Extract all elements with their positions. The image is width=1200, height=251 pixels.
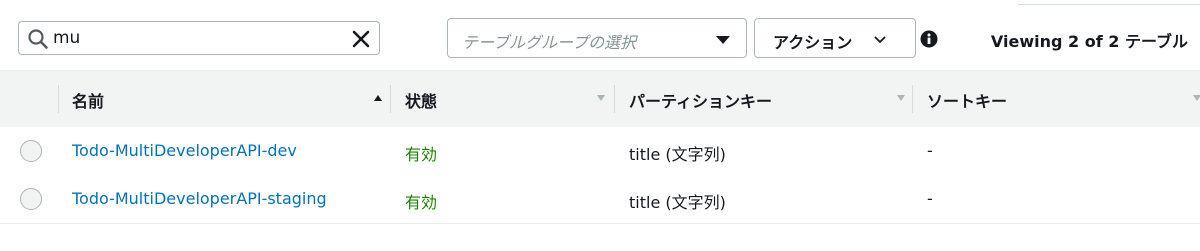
sort-down-icon	[1193, 95, 1200, 101]
table-group-placeholder: テーブルグループの選択	[462, 33, 637, 52]
table-group-select[interactable]: テーブルグループの選択	[447, 18, 747, 58]
row-select-radio[interactable]	[20, 140, 42, 162]
table-name-link[interactable]: Todo-MultiDeveloperAPI-dev	[72, 141, 297, 160]
column-header-partition-key[interactable]: パーティションキー	[615, 71, 911, 127]
table-header: 名前 状態 パーティションキー ソートキー	[0, 70, 1200, 128]
column-header-status[interactable]: 状態	[391, 71, 613, 127]
table-name-link[interactable]: Todo-MultiDeveloperAPI-staging	[72, 189, 327, 208]
clear-icon[interactable]	[351, 29, 371, 49]
actions-button[interactable]: アクション	[754, 18, 916, 58]
partition-key-cell: title (文字列)	[629, 145, 726, 164]
status-cell: 有効	[405, 145, 438, 164]
column-header-label: パーティションキー	[629, 92, 773, 111]
chevron-down-icon	[874, 36, 886, 44]
column-header-label: ソートキー	[927, 92, 1008, 111]
dropdown-caret-icon	[716, 36, 730, 44]
partition-key-cell: title (文字列)	[629, 193, 726, 212]
selection-column-header	[0, 71, 58, 127]
column-header-label: 状態	[405, 92, 438, 111]
sort-down-icon	[897, 95, 905, 101]
top-divider	[1018, 0, 1200, 5]
search-input[interactable]: mu	[18, 21, 380, 55]
table-row[interactable]: Todo-MultiDeveloperAPI-staging 有効 title …	[0, 175, 1200, 224]
search-icon	[28, 29, 48, 49]
sort-key-cell: -	[927, 141, 933, 160]
status-cell: 有効	[405, 193, 438, 212]
column-header-sort-key[interactable]: ソートキー	[913, 71, 1200, 127]
table-toolbar: mu テーブルグループの選択 アクション Viewing 2 of 2 テーブル	[0, 12, 1200, 68]
table-row[interactable]: Todo-MultiDeveloperAPI-dev 有効 title (文字列…	[0, 127, 1200, 176]
row-select-radio[interactable]	[20, 188, 42, 210]
search-value: mu	[53, 28, 81, 48]
column-header-name[interactable]: 名前	[58, 71, 390, 127]
column-header-label: 名前	[72, 92, 105, 111]
actions-label: アクション	[773, 33, 853, 52]
info-icon[interactable]	[920, 30, 938, 48]
sort-up-icon	[374, 95, 382, 101]
sort-down-icon	[597, 95, 605, 101]
viewing-count: Viewing 2 of 2 テーブル	[990, 32, 1188, 51]
sort-key-cell: -	[927, 189, 933, 208]
